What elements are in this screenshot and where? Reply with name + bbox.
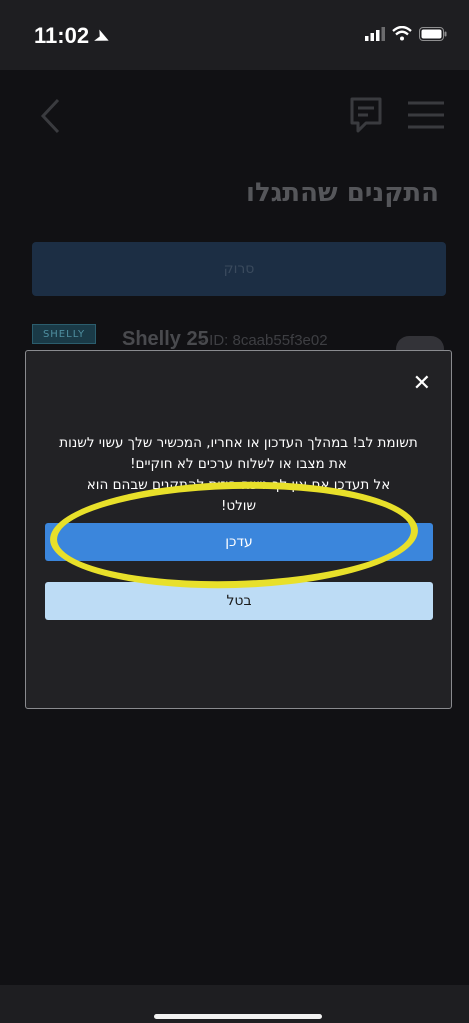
device-brand-badge: SHELLY [32, 324, 96, 344]
location-arrow-icon: ➤ [91, 25, 113, 50]
device-list-item[interactable]: SHELLY Shelly 25 - ID: 8caab55f3e02 [30, 322, 450, 362]
wifi-icon [392, 26, 412, 41]
warning-line: תשומת לב! במהלך העדכון או אחריו, המכשיר … [59, 435, 418, 451]
status-icons [365, 26, 447, 41]
app-header [0, 70, 469, 160]
device-id: - ID: 8caab55f3e02 [200, 332, 328, 349]
update-button[interactable]: עדכן [45, 523, 433, 561]
page-title: התקנים שהתגלו [246, 178, 439, 208]
signal-icon [365, 26, 385, 41]
warning-message: תשומת לב! במהלך העדכון או אחריו, המכשיר … [36, 433, 441, 517]
home-indicator[interactable] [154, 1014, 322, 1019]
close-icon[interactable]: ✕ [413, 373, 431, 395]
warning-line: שולט! [220, 498, 257, 514]
update-warning-dialog: ✕ תשומת לב! במהלך העדכון או אחריו, המכשי… [25, 350, 452, 709]
status-bar: 11:02 ➤ [0, 0, 469, 70]
status-time-label: 11:02 [34, 23, 90, 48]
device-name: Shelly 25 [122, 328, 209, 350]
hamburger-menu-icon[interactable] [408, 100, 444, 130]
back-chevron-icon[interactable] [40, 98, 60, 134]
battery-icon [419, 26, 447, 41]
app-screen: 11:02 ➤ התקנים שהתגלו סרוק SHELLY Shelly… [0, 0, 469, 1023]
warning-line: אל תעדכן אם אין לך גישה פיזית להתקנים שב… [86, 477, 391, 493]
chat-icon[interactable] [346, 95, 386, 135]
cancel-button[interactable]: בטל [45, 582, 433, 620]
scan-button[interactable]: סרוק [32, 242, 446, 296]
status-time: 11:02 ➤ [34, 23, 113, 49]
warning-line: את מצבו או לשלוח ערכים לא חוקיים! [130, 456, 347, 472]
